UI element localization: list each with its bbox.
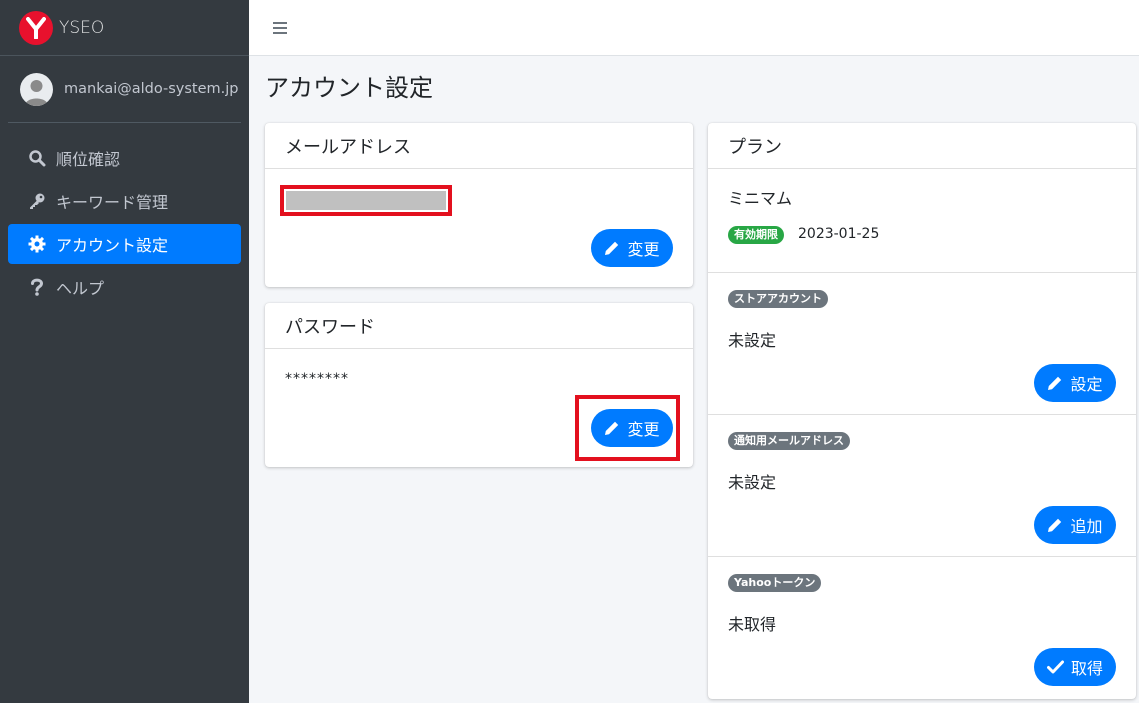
- pencil-icon: [1048, 376, 1062, 390]
- notify-email-badge: 通知用メールアドレス: [728, 432, 850, 450]
- question-icon: [27, 277, 47, 297]
- redacted-email: [286, 191, 446, 210]
- email-card-title: メールアドレス: [265, 123, 693, 169]
- pencil-icon: [1048, 518, 1062, 532]
- change-email-button[interactable]: 変更: [591, 229, 673, 267]
- sidebar-item-label: 順位確認: [56, 150, 121, 169]
- menu-toggle-icon[interactable]: [273, 21, 287, 34]
- plan-card-title: プラン: [708, 123, 1136, 169]
- password-card-title: パスワード: [265, 303, 693, 349]
- user-email: mankai@aldo-system.jp: [64, 81, 239, 97]
- plan-card: プラン ミニマム 有効期限 2023-01-25 ストアアカウント 未設定 設定…: [708, 123, 1136, 699]
- expiry-date: 2023-01-25: [798, 226, 880, 242]
- plan-section: ミニマム 有効期限 2023-01-25: [708, 169, 1136, 273]
- brand-link[interactable]: YSEO: [0, 0, 249, 56]
- notify-email-section: 通知用メールアドレス 未設定 追加: [708, 415, 1136, 557]
- top-navbar: [249, 0, 1139, 56]
- yahoo-token-badge: Yahooトークン: [728, 574, 822, 592]
- user-panel[interactable]: mankai@aldo-system.jp: [8, 56, 241, 123]
- sidebar: YSEO mankai@aldo-system.jp 順位確認 キーワード管理 …: [0, 0, 249, 703]
- avatar: [20, 72, 53, 106]
- sidebar-nav: 順位確認 キーワード管理 アカウント設定 ヘルプ: [0, 138, 249, 307]
- sidebar-item-label: アカウント設定: [56, 236, 169, 255]
- search-icon: [27, 148, 47, 168]
- notify-email-value: 未設定: [728, 473, 777, 492]
- sidebar-item-keyword-management[interactable]: キーワード管理: [8, 181, 241, 221]
- plan-name: ミニマム: [728, 189, 793, 208]
- store-account-section: ストアアカウント 未設定 設定: [708, 273, 1136, 415]
- password-value: ********: [285, 371, 349, 387]
- pencil-icon: [605, 241, 619, 255]
- password-card: パスワード ******** 変更: [265, 303, 693, 467]
- store-account-value: 未設定: [728, 331, 777, 350]
- email-highlight-box: [280, 185, 452, 216]
- sidebar-item-account-settings[interactable]: アカウント設定: [8, 224, 241, 264]
- sidebar-item-rank-check[interactable]: 順位確認: [8, 138, 241, 178]
- key-icon: [27, 191, 47, 211]
- brand-name: YSEO: [59, 17, 105, 38]
- yahoo-token-section: Yahooトークン 未取得 取得: [708, 557, 1136, 698]
- sidebar-item-label: キーワード管理: [56, 193, 169, 212]
- check-icon: [1047, 660, 1064, 674]
- get-yahoo-token-button[interactable]: 取得: [1034, 648, 1116, 686]
- sidebar-item-help[interactable]: ヘルプ: [8, 267, 241, 307]
- sidebar-item-label: ヘルプ: [56, 279, 105, 298]
- set-store-account-button[interactable]: 設定: [1034, 364, 1116, 402]
- pencil-icon: [605, 421, 619, 435]
- yahoo-token-value: 未取得: [728, 615, 777, 634]
- brand-logo-icon: [19, 10, 53, 45]
- page-title: アカウント設定: [265, 74, 433, 102]
- gear-icon: [27, 234, 47, 254]
- expiry-badge: 有効期限: [728, 226, 784, 244]
- store-account-badge: ストアアカウント: [728, 290, 828, 308]
- change-password-button[interactable]: 変更: [591, 409, 673, 447]
- email-card: メールアドレス 変更: [265, 123, 693, 287]
- add-notify-email-button[interactable]: 追加: [1034, 506, 1116, 544]
